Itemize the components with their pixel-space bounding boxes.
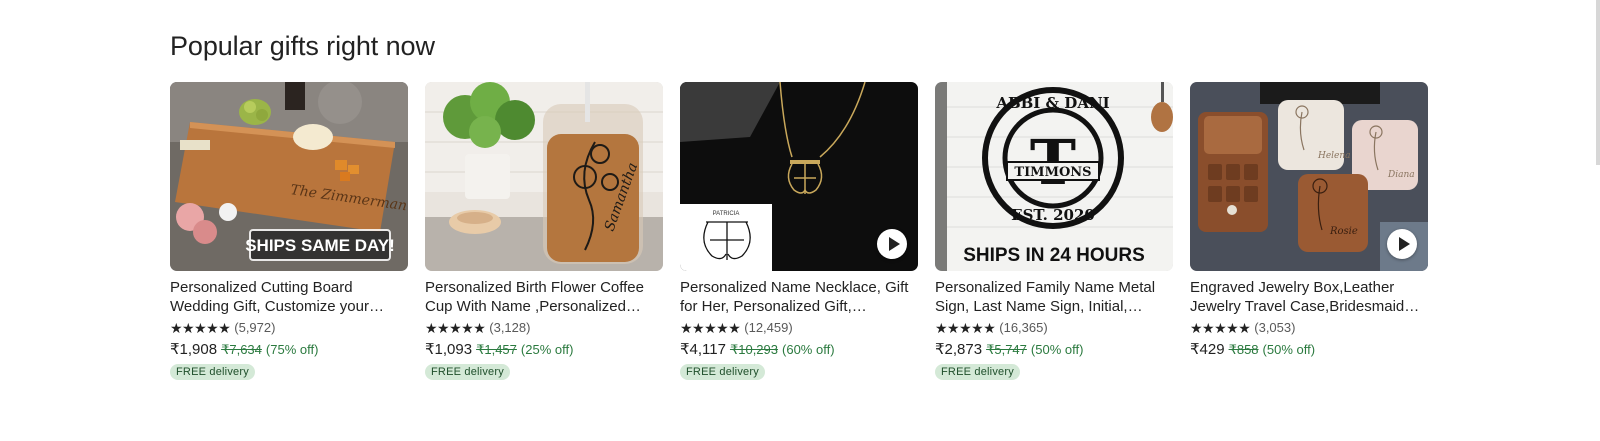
sale-price: ₹429 [1190, 341, 1225, 358]
section-title: Popular gifts right now [170, 31, 435, 61]
svg-text:ABBI & DANI: ABBI & DANI [995, 94, 1109, 112]
product-card[interactable]: ABBI & DANI T TIMMONS EST. 2020 SHIPS IN… [935, 82, 1173, 380]
svg-text:SHIPS IN 24 HOURS: SHIPS IN 24 HOURS [963, 245, 1145, 266]
sale-price: ₹4,117 [680, 341, 726, 358]
svg-text:EST. 2020: EST. 2020 [1011, 206, 1095, 224]
svg-text:Rosie: Rosie [1329, 226, 1358, 237]
price-line: ₹4,117 ₹10,293 (60% off) [680, 340, 918, 358]
product-rating: ★★★★★ (16,365) [935, 320, 1173, 336]
product-rating: ★★★★★ (5,972) [170, 320, 408, 336]
star-rating-icon: ★★★★★ [935, 320, 996, 336]
metal-sign-image: ABBI & DANI T TIMMONS EST. 2020 SHIPS IN… [935, 82, 1173, 271]
star-rating-icon: ★★★★★ [170, 320, 231, 336]
price-line: ₹429 ₹858 (50% off) [1190, 340, 1428, 358]
product-image[interactable]: Samantha [425, 82, 663, 271]
star-rating-icon: ★★★★★ [680, 320, 741, 336]
discount-percent: (25% off) [520, 342, 574, 357]
free-delivery-badge: FREE delivery [425, 364, 510, 380]
star-rating-icon: ★★★★★ [1190, 320, 1251, 336]
product-card[interactable]: The Zimmerman's SHIPS SAME DAY! Personal… [170, 82, 408, 380]
discount-percent: (60% off) [782, 342, 835, 357]
original-price: ₹7,634 [221, 342, 262, 357]
original-price: ₹5,747 [986, 342, 1027, 357]
product-title[interactable]: Personalized Name Necklace, Gift for Her… [680, 278, 918, 316]
svg-text:Helena: Helena [1317, 151, 1351, 161]
discount-percent: (75% off) [265, 342, 319, 357]
product-image[interactable]: Helena Diana Rosie [1190, 82, 1428, 271]
discount-percent: (50% off) [1262, 342, 1316, 357]
discount-percent: (50% off) [1030, 342, 1084, 357]
play-video-button[interactable] [1387, 229, 1417, 259]
sale-price: ₹1,908 [170, 341, 218, 358]
svg-text:TIMMONS: TIMMONS [1014, 165, 1091, 180]
star-rating-icon: ★★★★★ [425, 320, 486, 336]
review-count: (16,365) [999, 320, 1048, 335]
product-card[interactable]: Helena Diana Rosie Engraved Jewelry Box,… [1190, 82, 1428, 380]
free-delivery-badge: FREE delivery [935, 364, 1020, 380]
original-price: ₹858 [1228, 342, 1259, 357]
product-title[interactable]: Personalized Cutting Board Wedding Gift,… [170, 278, 408, 316]
product-title[interactable]: Engraved Jewelry Box,Leather Jewelry Tra… [1190, 278, 1428, 316]
product-card[interactable]: PATRICIA Personalized Name Necklace, Gif… [680, 82, 918, 380]
free-delivery-badge: FREE delivery [680, 364, 765, 380]
product-image[interactable]: PATRICIA [680, 82, 918, 271]
product-card[interactable]: Samantha Personalized Birth Flower Coffe… [425, 82, 663, 380]
price-line: ₹1,093 ₹1,457 (25% off) [425, 340, 663, 358]
free-delivery-badge: FREE delivery [170, 364, 255, 380]
product-list: The Zimmerman's SHIPS SAME DAY! Personal… [170, 82, 1428, 380]
price-line: ₹1,908 ₹7,634 (75% off) [170, 340, 408, 358]
play-video-button[interactable] [877, 229, 907, 259]
sale-price: ₹2,873 [935, 341, 983, 358]
product-rating: ★★★★★ (3,053) [1190, 320, 1428, 336]
svg-text:Diana: Diana [1387, 170, 1415, 180]
product-title[interactable]: Personalized Family Name Metal Sign, Las… [935, 278, 1173, 316]
product-image[interactable]: The Zimmerman's SHIPS SAME DAY! [170, 82, 408, 271]
cutting-board-image: The Zimmerman's SHIPS SAME DAY! [170, 82, 408, 271]
price-line: ₹2,873 ₹5,747 (50% off) [935, 340, 1173, 358]
product-rating: ★★★★★ (3,128) [425, 320, 663, 336]
review-count: (5,972) [234, 320, 276, 335]
product-title[interactable]: Personalized Birth Flower Coffee Cup Wit… [425, 278, 663, 316]
sale-price: ₹1,093 [425, 341, 473, 358]
original-price: ₹1,457 [476, 342, 517, 357]
review-count: (3,053) [1254, 320, 1296, 335]
product-rating: ★★★★★ (12,459) [680, 320, 918, 336]
review-count: (3,128) [489, 320, 531, 335]
svg-text:SHIPS SAME DAY!: SHIPS SAME DAY! [245, 236, 395, 255]
product-image[interactable]: ABBI & DANI T TIMMONS EST. 2020 SHIPS IN… [935, 82, 1173, 271]
coffee-cup-image: Samantha [425, 82, 663, 271]
svg-text:PATRICIA: PATRICIA [713, 211, 740, 217]
original-price: ₹10,293 [729, 342, 779, 357]
page-scrollbar[interactable] [1596, 0, 1600, 165]
review-count: (12,459) [744, 320, 793, 335]
